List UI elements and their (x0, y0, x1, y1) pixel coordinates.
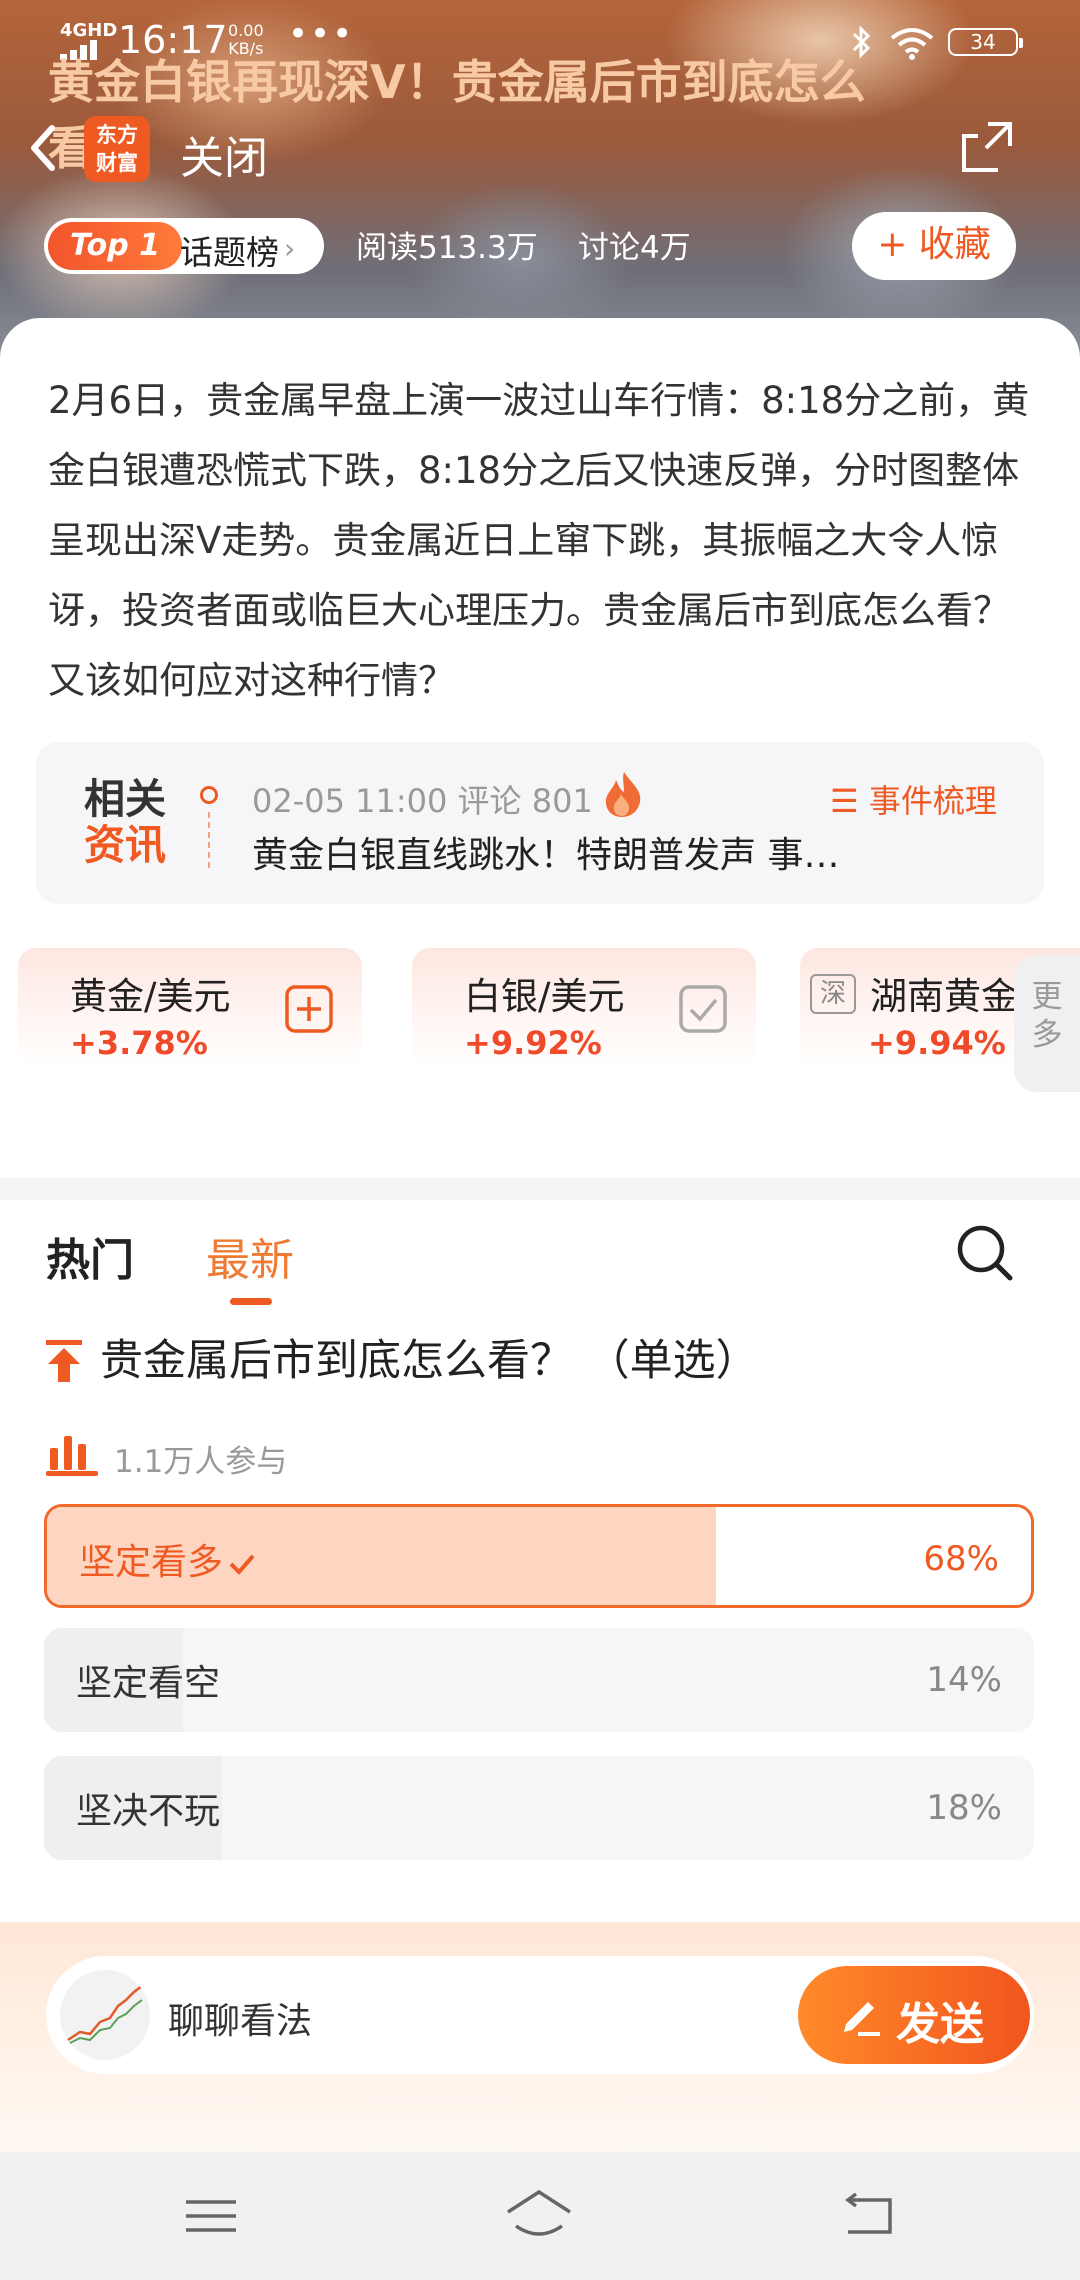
exchange-tag: 深 (810, 974, 856, 1014)
logo-text-bottom: 财富 (96, 151, 138, 175)
close-button[interactable]: 关闭 (180, 122, 268, 186)
section-divider (0, 1178, 1080, 1200)
participants-chart-icon (46, 1436, 98, 1476)
comment-bar: 聊聊看法 发送 (0, 1922, 1080, 2152)
network-type: 4GHD (60, 20, 118, 41)
logo-text-top: 东方 (96, 123, 138, 147)
poll-option-bearish[interactable]: 坚定看空 14% (44, 1628, 1034, 1732)
badge-line-2: 资讯 (84, 821, 166, 869)
more-label-bottom: 多 (1031, 1017, 1063, 1053)
favorite-button[interactable]: + 收藏 (852, 212, 1016, 280)
share-icon[interactable] (958, 118, 1016, 176)
menu-icon[interactable] (176, 2186, 246, 2246)
poll-arrow-icon (46, 1340, 82, 1382)
chevron-right-icon: › (284, 232, 296, 265)
option-percent: 68% (923, 1539, 999, 1579)
system-nav-bar (0, 2152, 1080, 2280)
quote-change: +3.78% (70, 1024, 208, 1062)
poll-option-no-play[interactable]: 坚决不玩 18% (44, 1756, 1034, 1860)
intro-text: 2月6日，贵金属早盘上演一波过山车行情：8:18分之前，黄金白银遭恐慌式下跌，8… (48, 379, 1030, 702)
quote-name: 黄金/美元 (70, 975, 231, 1018)
active-tab-indicator (230, 1298, 272, 1305)
more-notifications-icon: ••• (288, 14, 355, 54)
pen-icon (844, 2002, 880, 2036)
send-label: 发送 (896, 1999, 984, 2050)
rank-number: Top 1 (48, 222, 182, 270)
search-icon[interactable] (954, 1222, 1016, 1284)
more-quotes-button[interactable]: 更 多 (1014, 956, 1080, 1092)
chart-thumbnail (60, 1970, 150, 2060)
topic-intro: 2月6日，贵金属早盘上演一波过山车行情：8:18分之前，黄金白银遭恐慌式下跌，8… (0, 318, 1080, 718)
option-percent: 18% (926, 1788, 1002, 1828)
option-label: 坚决不玩 (76, 1791, 221, 1832)
back-icon[interactable] (834, 2186, 904, 2246)
related-news-card[interactable]: 相关 资讯 02-05 11:00 评论 801 ☰ 事件梳理 黄金白银直线跳水… (36, 742, 1044, 904)
poll-question: 贵金属后市到底怎么看？ （单选） (100, 1336, 759, 1386)
rank-list-label: 话题榜 (180, 233, 279, 272)
send-button[interactable]: 发送 (798, 1966, 1030, 2064)
poll-option-bullish[interactable]: 坚定看多 68% (44, 1504, 1034, 1608)
tab-latest[interactable]: 最新 (206, 1224, 294, 1288)
news-title[interactable]: 黄金白银直线跳水！特朗普发声 事… (252, 826, 952, 878)
tab-hot[interactable]: 热门 (46, 1224, 134, 1288)
event-timeline-link[interactable]: ☰ 事件梳理 (830, 776, 997, 822)
added-check-icon[interactable] (678, 984, 728, 1034)
quote-change: +9.94% (868, 1024, 1006, 1062)
more-label-top: 更 (1031, 979, 1063, 1015)
option-label: 坚定看多 (79, 1533, 257, 1585)
option-label: 坚定看空 (76, 1663, 221, 1704)
mini-chart-icon (67, 1985, 143, 2045)
quote-name: 白银/美元 (464, 975, 625, 1018)
hot-fire-icon (605, 772, 641, 817)
quote-card-gold[interactable]: 黄金/美元 +3.78% (18, 948, 362, 1068)
app-logo: 东方 财富 (84, 116, 150, 182)
quote-change: +9.92% (464, 1024, 602, 1062)
quote-strip: 黄金/美元 +3.78% 白银/美元 +9.92% 深 湖南黄金 +9.94% (0, 948, 1080, 1068)
discussion-count: 讨论4万 (578, 230, 691, 266)
quote-name: 湖南黄金 (870, 975, 1018, 1018)
speed-value: 0.00 (228, 21, 264, 40)
topic-rank-badge[interactable]: Top 1 话题榜 › (44, 218, 324, 274)
comment-placeholder: 聊聊看法 (168, 2001, 313, 2042)
news-meta: 02-05 11:00 评论 801 (252, 782, 593, 820)
topic-title: 黄金白银再现深V！贵金属后市到底怎么 (48, 55, 866, 109)
comment-input[interactable]: 聊聊看法 发送 (46, 1956, 1034, 2074)
quote-card-silver[interactable]: 白银/美元 +9.92% (412, 948, 756, 1068)
read-count: 阅读513.3万 (356, 230, 538, 266)
home-icon[interactable] (504, 2186, 574, 2246)
back-arrow-icon[interactable] (22, 118, 66, 178)
option-text: 坚定看多 (79, 1542, 224, 1583)
related-news-badge: 相关 资讯 (84, 776, 174, 868)
timeline-dot (200, 786, 218, 804)
add-watchlist-icon[interactable] (284, 984, 334, 1034)
participant-count: 1.1万人参与 (114, 1444, 288, 1480)
badge-line-1: 相关 (84, 775, 166, 823)
option-percent: 14% (926, 1660, 1002, 1700)
check-icon (229, 1554, 255, 1575)
topic-header: 4GHD 16:17 0.00 KB/s ••• 34 黄金白银再现深V！贵金属… (0, 0, 1080, 360)
timeline-line (208, 812, 210, 868)
